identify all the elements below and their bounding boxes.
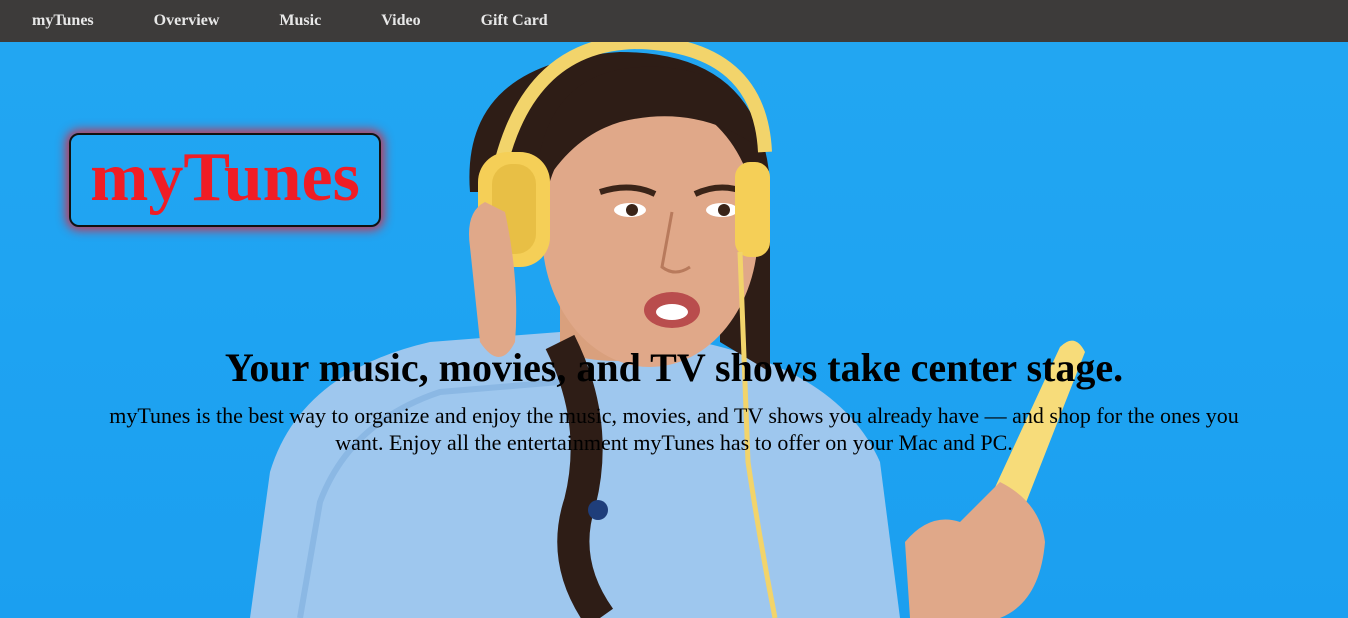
- nav-item-overview[interactable]: Overview: [124, 0, 250, 42]
- top-nav-bar: myTunes Overview Music Video Gift Card: [0, 0, 1348, 42]
- hero-photo: [250, 42, 1085, 618]
- nav-item-video[interactable]: Video: [351, 0, 450, 42]
- hero-banner: myTunes Your music, movies, and TV shows…: [0, 42, 1348, 618]
- nav-item-mytunes[interactable]: myTunes: [0, 0, 124, 42]
- hero-headline: Your music, movies, and TV shows take ce…: [224, 345, 1124, 390]
- nav-item-music[interactable]: Music: [249, 0, 351, 42]
- hero-description: myTunes is the best way to organize and …: [109, 403, 1239, 455]
- mytunes-logo: myTunes: [69, 133, 381, 227]
- nav-item-gift-card[interactable]: Gift Card: [451, 0, 578, 42]
- logo-text: myTunes: [90, 139, 360, 216]
